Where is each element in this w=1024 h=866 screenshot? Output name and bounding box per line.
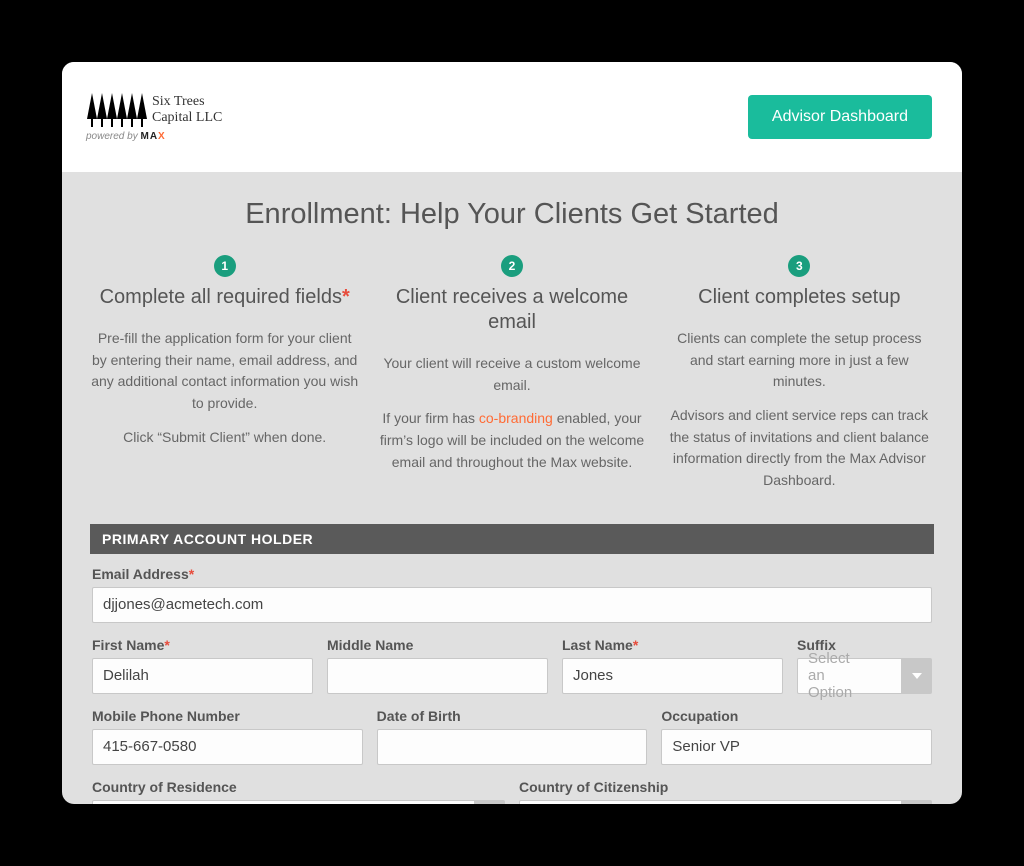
mobile-label: Mobile Phone Number	[92, 708, 363, 724]
step-body: Clients can complete the setup process a…	[665, 328, 934, 492]
section-header: PRIMARY ACCOUNT HOLDER	[90, 524, 934, 554]
first-name-label: First Name*	[92, 637, 313, 653]
chevron-down-icon[interactable]	[475, 800, 505, 804]
step-body: Your client will receive a custom welcom…	[377, 353, 646, 473]
step-title: Complete all required fields*	[90, 285, 359, 310]
chevron-down-icon[interactable]	[902, 800, 932, 804]
step-badge: 2	[501, 255, 523, 277]
step-badge: 1	[214, 255, 236, 277]
content: Enrollment: Help Your Clients Get Starte…	[62, 172, 962, 804]
mobile-field[interactable]	[92, 729, 363, 765]
step-body: Pre-fill the application form for your c…	[90, 328, 359, 448]
brand-text: Six Trees Capital LLC	[152, 94, 222, 125]
last-name-label: Last Name*	[562, 637, 783, 653]
country-residence-label: Country of Residence	[92, 779, 505, 795]
step-3: 3 Client completes setup Clients can com…	[665, 255, 934, 504]
dob-label: Date of Birth	[377, 708, 648, 724]
step-title: Client receives a welcome email	[377, 285, 646, 335]
suffix-value: Select an Option	[797, 658, 902, 694]
header: Six Trees Capital LLC powered by MAX Adv…	[62, 62, 962, 172]
steps-row: 1 Complete all required fields* Pre-fill…	[90, 255, 934, 504]
chevron-down-icon[interactable]	[902, 658, 932, 694]
country-citizenship-label: Country of Citizenship	[519, 779, 932, 795]
step-2: 2 Client receives a welcome email Your c…	[377, 255, 646, 504]
middle-name-label: Middle Name	[327, 637, 548, 653]
country-residence-value: United States	[92, 800, 475, 804]
advisor-dashboard-button[interactable]: Advisor Dashboard	[748, 95, 932, 139]
trees-icon	[86, 93, 146, 127]
brand-logo: Six Trees Capital LLC powered by MAX	[86, 93, 222, 142]
dob-field[interactable]	[377, 729, 648, 765]
country-citizenship-value: United States	[519, 800, 902, 804]
brand-line2: Capital LLC	[152, 110, 222, 125]
co-branding-link[interactable]: co-branding	[479, 410, 553, 426]
occupation-field[interactable]	[661, 729, 932, 765]
powered-by: powered by MAX	[86, 131, 166, 142]
first-name-field[interactable]	[92, 658, 313, 694]
country-citizenship-select[interactable]: United States ✕	[519, 800, 932, 804]
page-title: Enrollment: Help Your Clients Get Starte…	[90, 198, 934, 231]
app-window: Six Trees Capital LLC powered by MAX Adv…	[62, 62, 962, 804]
step-badge: 3	[788, 255, 810, 277]
country-residence-select[interactable]: United States ✕	[92, 800, 505, 804]
step-1: 1 Complete all required fields* Pre-fill…	[90, 255, 359, 504]
middle-name-field[interactable]	[327, 658, 548, 694]
brand-line1: Six Trees	[152, 94, 222, 109]
last-name-field[interactable]	[562, 658, 783, 694]
email-field[interactable]	[92, 587, 932, 623]
email-label: Email Address*	[92, 566, 932, 582]
suffix-select[interactable]: Select an Option	[797, 658, 932, 694]
occupation-label: Occupation	[661, 708, 932, 724]
step-title: Client completes setup	[665, 285, 934, 310]
form: Email Address* First Name* Middle Name	[90, 566, 934, 804]
